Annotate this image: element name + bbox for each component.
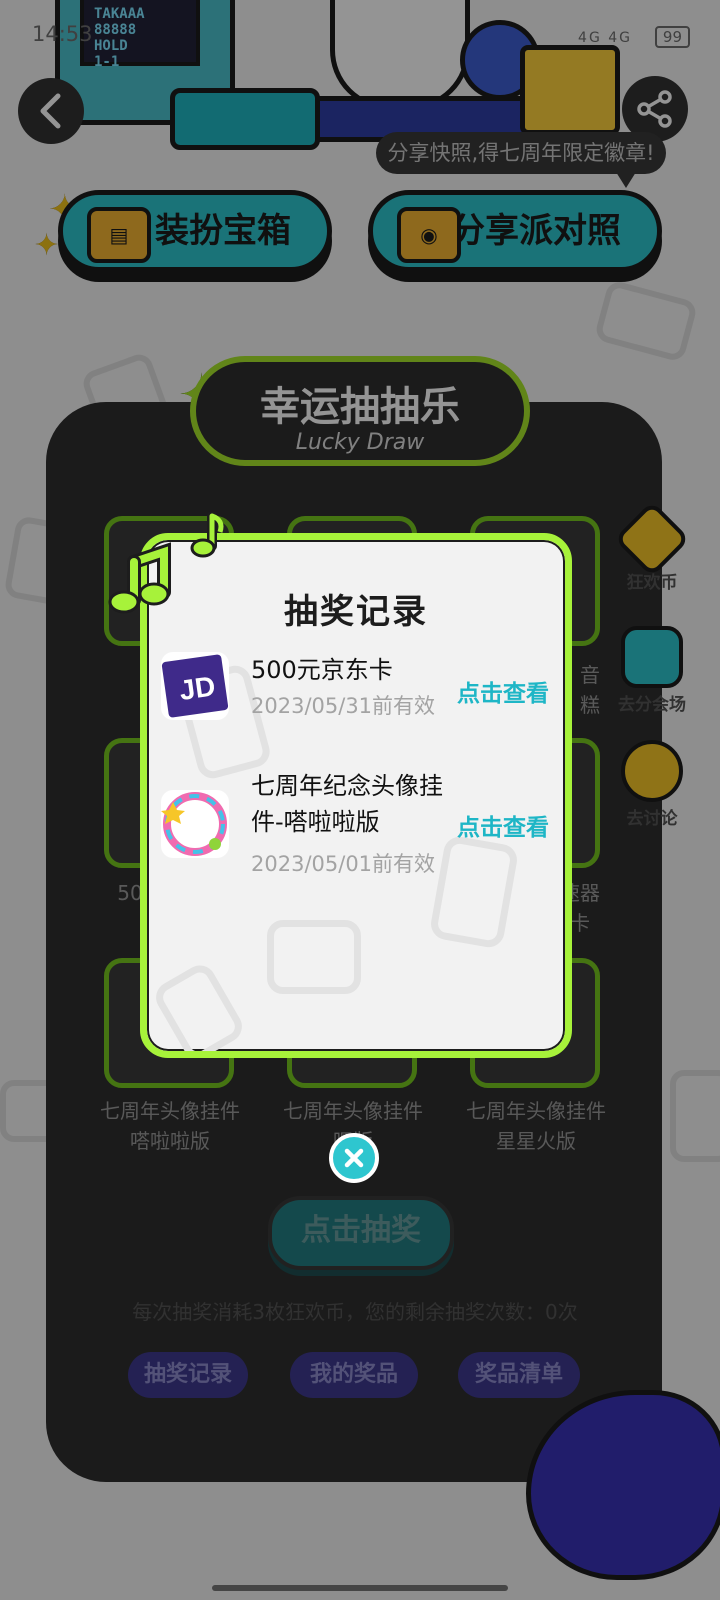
- record-item: JD 500元京东卡 2023/05/31前有效 点击查看: [161, 652, 561, 726]
- record-item: 七周年纪念头像挂件-嗒啦啦版 2023/05/01前有效 点击查看: [161, 768, 561, 878]
- close-icon: [344, 1148, 364, 1168]
- doodle-phone: [150, 959, 248, 1051]
- record-validity: 2023/05/31前有效: [251, 694, 436, 718]
- jd-card-image: JD: [161, 654, 229, 718]
- doodle-gamepad: [267, 920, 361, 994]
- avatar-frame-thumbnail: [161, 790, 229, 858]
- view-record-button[interactable]: 点击查看: [457, 674, 549, 708]
- record-validity: 2023/05/01前有效: [251, 852, 436, 876]
- record-name: 500元京东卡: [251, 656, 393, 684]
- avatar-frame-image: [161, 792, 227, 856]
- record-name: 七周年纪念头像挂件-嗒啦啦版: [251, 772, 443, 836]
- jd-card-thumbnail: JD: [161, 652, 229, 720]
- jd-logo-text: JD: [177, 670, 217, 706]
- view-record-button[interactable]: 点击查看: [457, 808, 549, 842]
- music-note-icon: [108, 512, 224, 614]
- close-modal-button[interactable]: [329, 1133, 379, 1183]
